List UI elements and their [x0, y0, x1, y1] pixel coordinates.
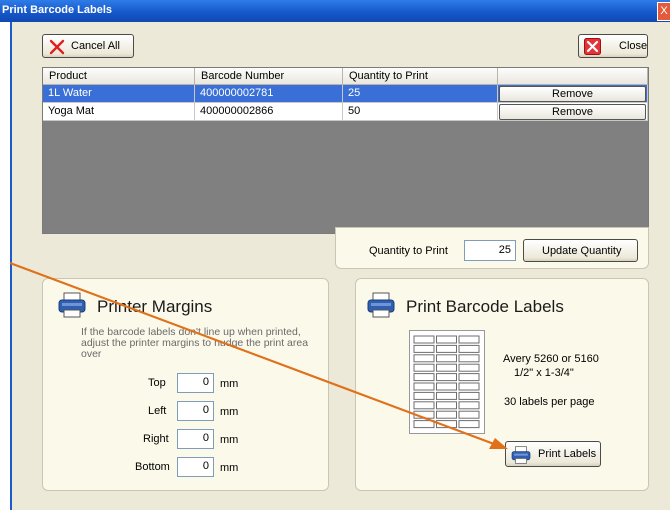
label-cell [436, 335, 457, 344]
close-x-icon [584, 38, 601, 55]
barcode-grid[interactable]: Product Barcode Number Quantity to Print… [42, 67, 649, 234]
label-cell [458, 410, 480, 419]
label-cell [436, 401, 457, 410]
cancel-all-button[interactable]: Cancel All [42, 34, 134, 58]
label-spec-line2: 1/2" x 1-3/4" [514, 367, 574, 379]
column-header-quantity[interactable]: Quantity to Print [343, 68, 498, 85]
print-labels-label: Print Labels [538, 448, 597, 460]
label-cell [458, 354, 480, 363]
label-cell [413, 373, 435, 382]
column-header-barcode[interactable]: Barcode Number [195, 68, 343, 85]
label-cell [436, 391, 457, 400]
label-cell [413, 401, 435, 410]
margin-top-unit: mm [220, 378, 239, 390]
table-row[interactable]: 1L Water 400000002781 25 Remove [43, 85, 648, 103]
margin-right-input[interactable]: 0 [177, 429, 214, 449]
label-cell [413, 410, 435, 419]
window-close-button[interactable]: X [657, 2, 670, 21]
printer-margins-title: Printer Margins [97, 297, 213, 316]
update-quantity-button[interactable]: Update Quantity [523, 239, 638, 262]
printer-icon [367, 292, 395, 318]
margin-left-input[interactable]: 0 [177, 401, 214, 421]
labels-per-page: 30 labels per page [504, 396, 595, 408]
column-header-product[interactable]: Product [43, 68, 195, 85]
cancel-all-label: Cancel All [71, 40, 120, 52]
label-cell [458, 382, 480, 391]
label-cell [436, 373, 457, 382]
cell-quantity[interactable]: 50 [343, 103, 498, 121]
label-cell [413, 391, 435, 400]
label-cell [436, 344, 457, 353]
margin-left-label: Left [148, 405, 167, 417]
margin-bottom-input[interactable]: 0 [177, 457, 214, 477]
label-cell [458, 420, 480, 429]
print-labels-button[interactable]: Print Labels [505, 441, 601, 467]
column-header-actions[interactable] [498, 68, 648, 85]
quantity-input[interactable]: 25 [464, 240, 516, 261]
cell-quantity[interactable]: 25 [343, 85, 498, 103]
label-cell [436, 363, 457, 372]
margin-top-input[interactable]: 0 [177, 373, 214, 393]
close-button[interactable]: Close [578, 34, 648, 58]
label-cell [458, 391, 480, 400]
margin-bottom-unit: mm [220, 462, 239, 474]
label-cell [413, 382, 435, 391]
update-quantity-label: Update Quantity [542, 245, 622, 257]
label-cell [436, 410, 457, 419]
cell-product[interactable]: Yoga Mat [43, 103, 195, 121]
label-cell [458, 401, 480, 410]
label-cell [413, 335, 435, 344]
margin-left-unit: mm [220, 406, 239, 418]
printer-margins-description: If the barcode labels don't line up when… [81, 326, 309, 360]
window-left-frame [0, 22, 12, 510]
label-cell [458, 335, 480, 344]
cancel-x-icon [49, 39, 65, 55]
margin-top-label: Top [148, 377, 166, 389]
quantity-label: Quantity to Print [369, 245, 448, 257]
cell-barcode[interactable]: 400000002781 [195, 85, 343, 103]
label-sheet-preview [409, 330, 485, 434]
label-spec-line1: Avery 5260 or 5160 [503, 353, 599, 365]
window-title: Print Barcode Labels [2, 4, 113, 16]
label-cell [413, 354, 435, 363]
printer-icon [58, 292, 86, 318]
label-cell [436, 382, 457, 391]
close-label: Close [619, 40, 648, 52]
label-cell [436, 354, 457, 363]
label-cell [458, 363, 480, 372]
label-cell [458, 373, 480, 382]
label-cell [458, 344, 480, 353]
table-row[interactable]: Yoga Mat 400000002866 50 Remove [43, 103, 648, 121]
cell-barcode[interactable]: 400000002866 [195, 103, 343, 121]
label-cell [436, 420, 457, 429]
remove-button[interactable]: Remove [499, 86, 646, 102]
cell-product[interactable]: 1L Water [43, 85, 195, 103]
title-bar: Print Barcode Labels X [0, 0, 670, 22]
margin-right-label: Right [143, 433, 169, 445]
printer-icon [511, 446, 531, 464]
margin-bottom-label: Bottom [135, 461, 170, 473]
label-cell [413, 344, 435, 353]
print-labels-title: Print Barcode Labels [406, 297, 564, 316]
label-cell [413, 363, 435, 372]
margin-right-unit: mm [220, 434, 239, 446]
label-cell [413, 420, 435, 429]
remove-button[interactable]: Remove [499, 104, 646, 120]
